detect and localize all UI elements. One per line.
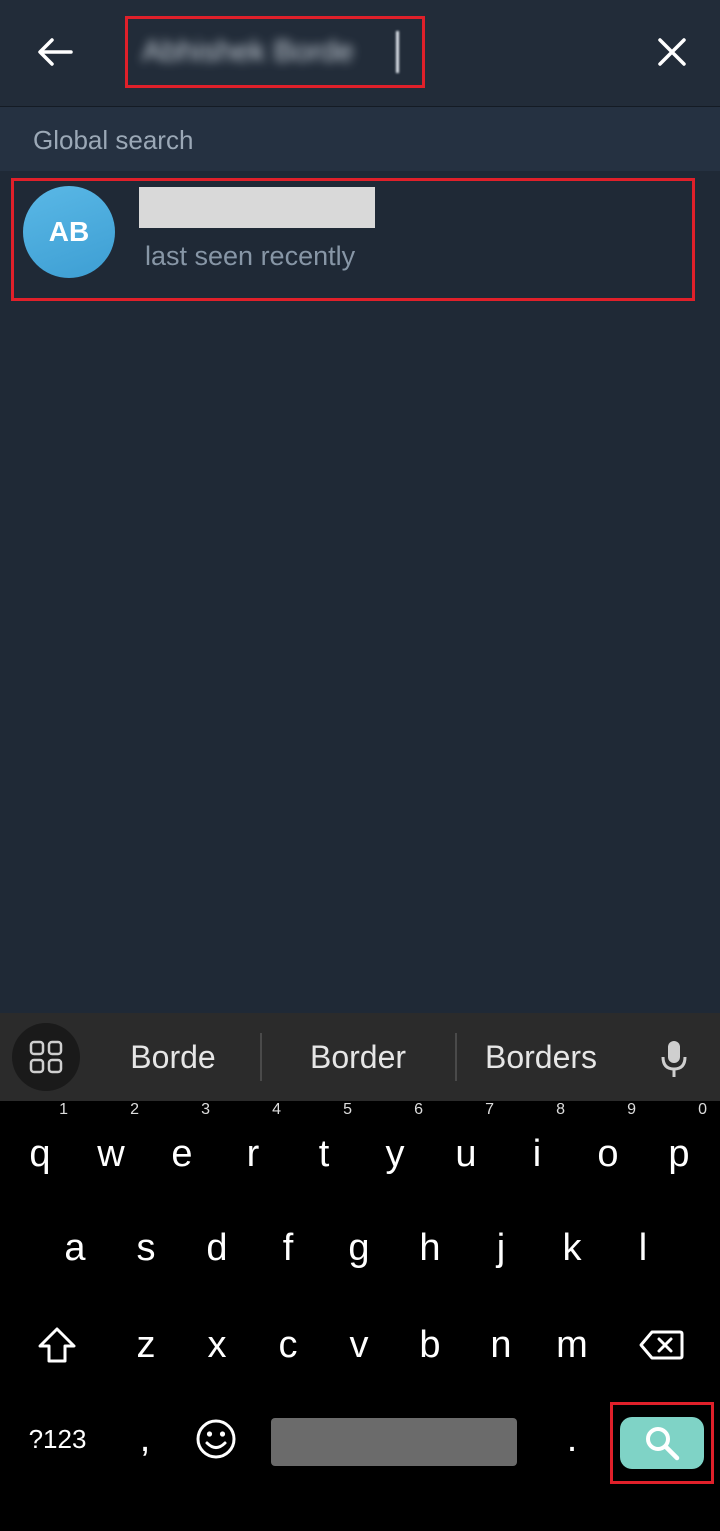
key-l[interactable]: l: [611, 1208, 675, 1288]
redacted-contact-name: [139, 187, 375, 228]
key-i[interactable]: i8: [505, 1102, 569, 1194]
clear-search-button[interactable]: [640, 22, 704, 82]
key-d[interactable]: d: [185, 1208, 249, 1288]
key-m[interactable]: m: [540, 1305, 604, 1385]
search-key-highlight: [610, 1402, 714, 1484]
key-number-hint: 2: [130, 1101, 139, 1118]
key-b[interactable]: b: [398, 1305, 462, 1385]
key-y[interactable]: y6: [363, 1102, 427, 1194]
suggestion-1[interactable]: Borde: [98, 1013, 248, 1101]
section-title: Global search: [33, 125, 194, 155]
back-button[interactable]: [22, 22, 88, 82]
arrow-left-icon: [38, 38, 73, 66]
key-f[interactable]: f: [256, 1208, 320, 1288]
suggestion-2[interactable]: Border: [272, 1013, 444, 1101]
key-t[interactable]: t5: [292, 1102, 356, 1194]
search-result-item[interactable]: AB last seen recently: [11, 178, 695, 301]
key-number-hint: 7: [485, 1101, 494, 1118]
voice-input-button[interactable]: [648, 1033, 700, 1085]
smiley-icon: [196, 1419, 236, 1459]
key-label: e: [171, 1133, 193, 1175]
key-n[interactable]: n: [469, 1305, 533, 1385]
key-g[interactable]: g: [327, 1208, 391, 1288]
key-label: u: [455, 1133, 477, 1175]
search-input[interactable]: Abhishek Borde: [125, 16, 425, 88]
shift-arrow-icon: [38, 1327, 76, 1363]
key-label: y: [385, 1133, 405, 1175]
key-e[interactable]: e3: [150, 1102, 214, 1194]
search-icon: [646, 1427, 680, 1461]
key-number-hint: 4: [272, 1101, 281, 1118]
search-submit-key[interactable]: [620, 1417, 704, 1469]
key-c[interactable]: c: [256, 1305, 320, 1385]
keyboard-suggestion-bar: Borde Border Borders: [0, 1013, 720, 1101]
key-number-hint: 0: [698, 1101, 707, 1118]
close-icon: [658, 38, 686, 66]
key-number-hint: 6: [414, 1101, 423, 1118]
shift-key[interactable]: [22, 1305, 92, 1385]
period-key[interactable]: .: [540, 1399, 604, 1479]
key-j[interactable]: j: [469, 1208, 533, 1288]
key-v[interactable]: v: [327, 1305, 391, 1385]
text-cursor: [396, 31, 399, 73]
backspace-key[interactable]: [626, 1305, 696, 1385]
key-a[interactable]: a: [43, 1208, 107, 1288]
key-z[interactable]: z: [114, 1305, 178, 1385]
key-number-hint: 8: [556, 1101, 565, 1118]
global-search-header: Global search: [0, 107, 720, 171]
keyboard: q1w2e3r4t5y6u7i8o9p0 asdfghjkl zxcvbnm ?…: [0, 1101, 720, 1531]
last-seen-status: last seen recently: [145, 241, 356, 271]
key-label: q: [29, 1133, 51, 1175]
avatar: AB: [23, 186, 115, 278]
backspace-icon: [639, 1330, 684, 1360]
key-r[interactable]: r4: [221, 1102, 285, 1194]
comma-key[interactable]: ,: [113, 1399, 177, 1479]
search-query-text: Abhishek Borde: [142, 35, 354, 68]
key-number-hint: 9: [627, 1101, 636, 1118]
suggestion-divider: [260, 1033, 262, 1081]
key-u[interactable]: u7: [434, 1102, 498, 1194]
key-h[interactable]: h: [398, 1208, 462, 1288]
key-o[interactable]: o9: [576, 1102, 640, 1194]
search-toolbar: Abhishek Borde: [0, 0, 720, 107]
key-number-hint: 1: [59, 1101, 68, 1118]
keyboard-apps-button[interactable]: [12, 1023, 80, 1091]
key-x[interactable]: x: [185, 1305, 249, 1385]
key-number-hint: 5: [343, 1101, 352, 1118]
symbols-key[interactable]: ?123: [10, 1399, 105, 1479]
key-label: p: [668, 1133, 690, 1175]
emoji-key[interactable]: [188, 1401, 244, 1477]
suggestion-3[interactable]: Borders: [466, 1013, 616, 1101]
avatar-initials: AB: [48, 216, 90, 247]
space-key[interactable]: [271, 1418, 517, 1466]
key-label: w: [97, 1133, 125, 1175]
key-p[interactable]: p0: [647, 1102, 711, 1194]
key-label: o: [597, 1133, 619, 1175]
key-w[interactable]: w2: [79, 1102, 143, 1194]
key-k[interactable]: k: [540, 1208, 604, 1288]
key-label: r: [246, 1133, 260, 1175]
key-number-hint: 3: [201, 1101, 210, 1118]
key-q[interactable]: q1: [8, 1102, 72, 1194]
key-s[interactable]: s: [114, 1208, 178, 1288]
key-label: i: [532, 1133, 542, 1175]
key-label: t: [318, 1133, 330, 1175]
grid-icon: [29, 1040, 63, 1074]
suggestion-divider: [455, 1033, 457, 1081]
microphone-icon: [661, 1041, 687, 1077]
